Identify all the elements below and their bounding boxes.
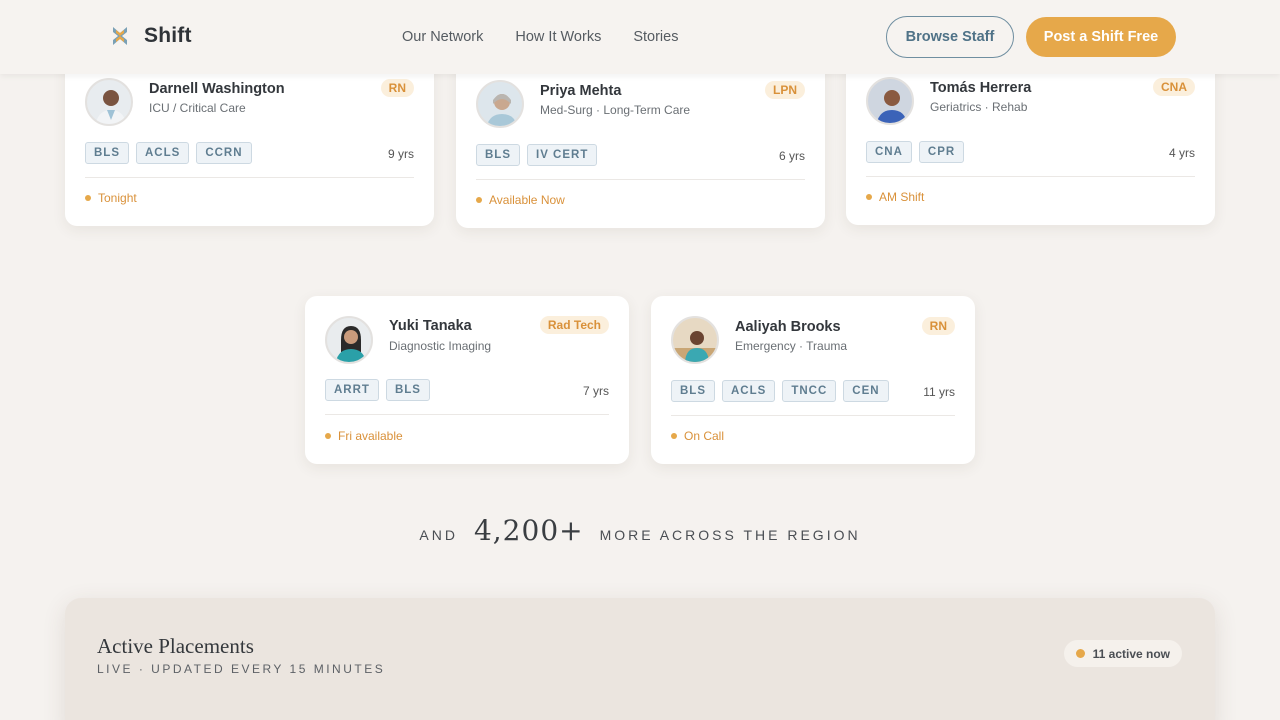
staff-specialty: Geriatrics · Rehab (930, 100, 1028, 114)
experience-years: 7 yrs (582, 384, 609, 398)
divider (325, 414, 609, 415)
status-dot (85, 195, 91, 201)
divider (671, 415, 955, 416)
availability-status: Available Now (476, 193, 565, 207)
browse-staff-button[interactable]: Browse Staff (886, 16, 1014, 58)
staff-name: Tomás Herrera (930, 80, 1032, 96)
brand-name: Shift (144, 24, 192, 47)
cert-tag: BLS (671, 380, 715, 402)
cert-list: CNA CPR (866, 141, 971, 163)
live-dot (1075, 649, 1085, 658)
cert-list: BLS IV CERT (476, 144, 604, 166)
avatar (325, 316, 373, 364)
staff-specialty: Med-Surg · Long-Term Care (540, 103, 691, 117)
status-dot (325, 433, 331, 439)
staff-card[interactable]: Yuki Tanaka Diagnostic Imaging Rad Tech … (305, 296, 629, 464)
nav-stories[interactable]: Stories (633, 29, 678, 45)
staff-name: Darnell Washington (149, 81, 285, 97)
availability-status: Fri available (325, 429, 403, 443)
availability-status: AM Shift (866, 190, 924, 204)
availability-label: Tonight (98, 191, 137, 205)
post-shift-button[interactable]: Post a Shift Free (1026, 17, 1176, 57)
role-badge: CNA (1153, 78, 1195, 96)
top-nav-bar: Shift Our Network How It Works Stories B… (0, 0, 1280, 74)
section-title: Active Placements (97, 634, 254, 658)
shift-logo-icon (113, 27, 127, 45)
role-badge: Rad Tech (539, 316, 609, 334)
cert-tag: ACLS (136, 142, 190, 164)
avatar (85, 78, 133, 126)
experience-years: 4 yrs (1168, 146, 1195, 160)
experience-years: 11 yrs (923, 385, 955, 399)
cert-tag: BLS (385, 379, 430, 401)
staff-name: Aaliyah Brooks (735, 319, 841, 335)
cert-tag: CEN (843, 380, 889, 402)
cert-list: BLS ACLS TNCC CEN (671, 380, 896, 402)
experience-years: 9 yrs (387, 147, 414, 161)
staff-card[interactable]: Aaliyah Brooks Emergency · Trauma RN BLS… (651, 296, 975, 464)
cert-tag: CNA (866, 141, 912, 163)
section-subtitle: LIVE · UPDATED EVERY 15 MINUTES (97, 662, 386, 676)
divider (866, 176, 1195, 177)
cert-tag: ARRT (325, 379, 379, 401)
cert-tag: CCRN (196, 142, 252, 164)
staff-name: Priya Mehta (540, 83, 622, 99)
role-badge: LPN (765, 81, 805, 99)
staff-specialty: Diagnostic Imaging (389, 339, 492, 353)
status-dot (866, 194, 872, 200)
avatar (671, 316, 719, 364)
staff-specialty: ICU / Critical Care (149, 101, 246, 115)
active-placements-panel: Active Placements LIVE · UPDATED EVERY 1… (65, 598, 1215, 720)
avatar (476, 80, 524, 128)
role-badge: RN (921, 317, 955, 335)
active-count-badge: 11 active now (1063, 640, 1182, 667)
status-dot (476, 197, 482, 203)
cert-tag: BLS (476, 144, 520, 166)
staff-name: Yuki Tanaka (389, 318, 472, 334)
availability-status: Tonight (85, 191, 137, 205)
tagline-suffix: MORE ACROSS THE REGION (599, 527, 861, 543)
cert-tag: IV CERT (527, 144, 598, 166)
status-dot (671, 433, 677, 439)
role-badge: RN (380, 79, 414, 97)
tagline-prefix: AND (419, 527, 458, 543)
availability-label: AM Shift (879, 190, 925, 204)
cert-tag: CPR (918, 141, 965, 163)
nav-how-it-works[interactable]: How It Works (515, 29, 601, 45)
network-count: 4,200+ (473, 514, 584, 547)
brand-logo[interactable]: Shift (110, 24, 192, 48)
cert-list: ARRT BLS (325, 379, 437, 401)
active-count-label: 11 active now (1092, 646, 1170, 661)
divider (476, 179, 805, 180)
cert-tag: BLS (85, 142, 129, 164)
cert-tag: TNCC (782, 380, 837, 402)
nav-our-network[interactable]: Our Network (402, 29, 483, 45)
main-nav: Our Network How It Works Stories (402, 29, 710, 45)
availability-label: On Call (684, 429, 725, 443)
availability-status: On Call (671, 429, 724, 443)
cert-tag: ACLS (722, 380, 776, 402)
cert-list: BLS ACLS CCRN (85, 142, 259, 164)
divider (85, 177, 414, 178)
avatar (866, 77, 914, 125)
availability-label: Available Now (489, 193, 565, 207)
staff-specialty: Emergency · Trauma (735, 339, 848, 353)
network-size-tagline: AND 4,200+ MORE ACROSS THE REGION (0, 514, 1280, 547)
experience-years: 6 yrs (778, 149, 805, 163)
availability-label: Fri available (338, 429, 403, 443)
